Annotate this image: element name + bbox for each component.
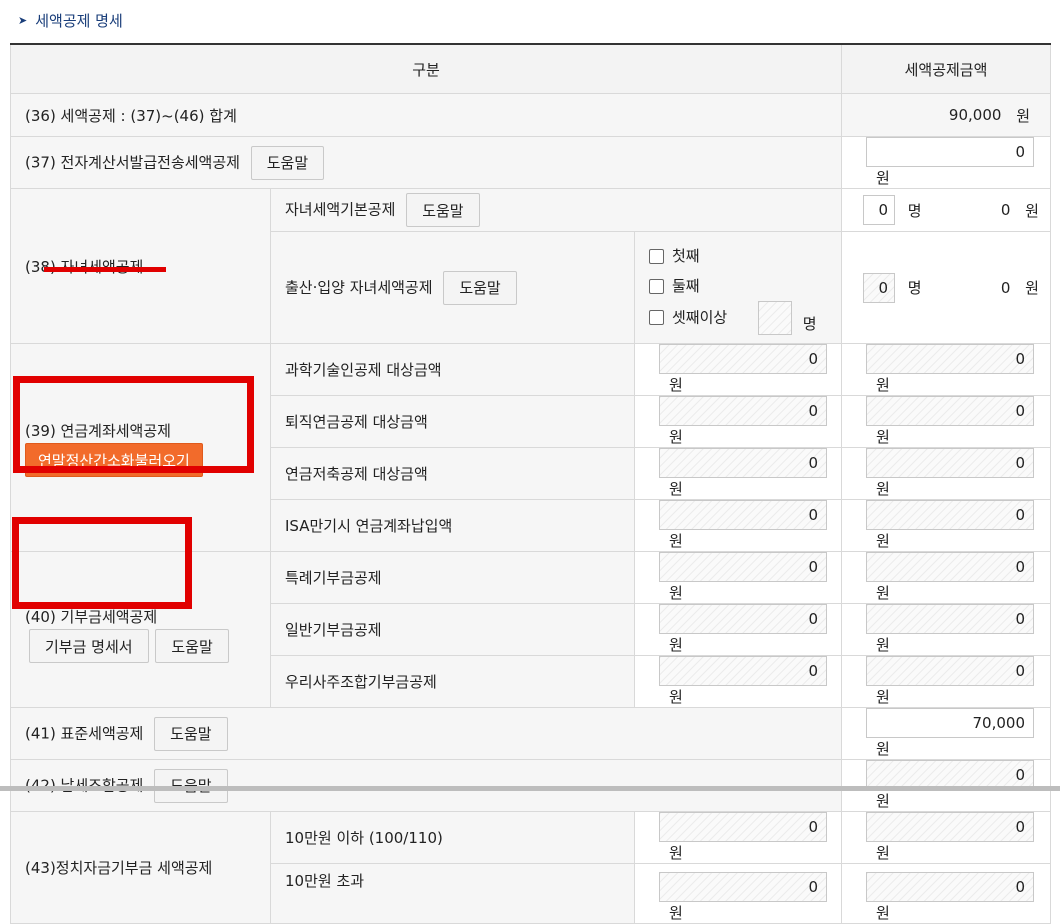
third-count-input[interactable] [757, 300, 792, 335]
row-43-target: 0 [659, 872, 827, 902]
row-39-amount: 0 [866, 396, 1035, 426]
row-36: (36) 세액공제 : (37)~(46) 합계 90,000 원 [9, 93, 1052, 137]
row-37-amount-input[interactable]: 0 [866, 137, 1035, 167]
row-41: (41) 표준세액공제 도움말 70,000 원 [9, 707, 1052, 760]
row-41-amount-input[interactable]: 70,000 [866, 708, 1035, 738]
row-39-item-1: (39) 연금계좌세액공제 연말정산간소화불러오기 과학기술인공제 대상금액 0… [10, 343, 1052, 552]
red-underline-annotation [44, 267, 166, 272]
row-39-item-label: ISA만기시 연금계좌납입액 [270, 499, 635, 552]
row-40-target: 0 [659, 552, 827, 582]
row-39-label: (39) 연금계좌세액공제 [25, 422, 171, 440]
unit-people: 명 [802, 314, 817, 333]
row-43-item-1: (43)정치자금기부금 세액공제 10만원 이하 (100/110) 0원 0원 [10, 811, 1052, 924]
header-category: 구분 [9, 43, 843, 94]
row-39-item-label: 퇴직연금공제 대상금액 [270, 395, 635, 448]
row-40-item-1: (40) 기부금세액공제 기부금 명세서 도움말 특례기부금공제 0원 0원 [10, 551, 1052, 708]
chevron-right-icon: ➤ [18, 13, 28, 27]
row-40-item-label: 우리사주조합기부금공제 [270, 655, 635, 708]
row-37-label: (37) 전자계산서발급전송세액공제 [25, 153, 240, 171]
row-40-amount: 0 [866, 604, 1035, 634]
unit-won: 원 [1016, 106, 1031, 125]
row-40-amount: 0 [866, 656, 1035, 686]
row-40-amount: 0 [866, 552, 1035, 582]
row-43-label: (43)정치자금기부금 세액공제 [10, 811, 271, 924]
row-39-target: 0 [659, 448, 827, 478]
row-41-label: (41) 표준세액공제 [25, 724, 144, 742]
import-yearend-button[interactable]: 연말정산간소화불러오기 [25, 443, 203, 477]
row-39-target: 0 [659, 500, 827, 530]
tax-credit-table: 구분 세액공제금액 (36) 세액공제 : (37)~(46) 합계 90,00… [9, 43, 1052, 924]
row-40-item-label: 일반기부금공제 [270, 603, 635, 656]
row-41-help-button[interactable]: 도움말 [154, 716, 228, 751]
row-39-target: 0 [659, 396, 827, 426]
row-37: (37) 전자계산서발급전송세액공제 도움말 0 원 [9, 136, 1052, 189]
section-title-text: 세액공제 명세 [35, 11, 123, 30]
unit-won: 원 [1025, 279, 1039, 297]
row-39-item-label: 연금저축공제 대상금액 [270, 447, 635, 500]
unit-won: 원 [1025, 201, 1039, 220]
header-credit-amount: 세액공제금액 [841, 43, 1052, 94]
row-43-item-label: 10만원 초과 [270, 863, 635, 924]
row-38-birth-amount: 0 [1000, 278, 1011, 297]
birth-option-second[interactable]: 둘째 [649, 271, 841, 301]
row-39-item-label: 과학기술인공제 대상금액 [270, 343, 635, 396]
row-39-target: 0 [659, 344, 827, 374]
row-39-amount: 0 [866, 500, 1035, 530]
checkbox-third-or-more[interactable] [649, 310, 664, 325]
row-36-label: (36) 세액공제 : (37)~(46) 합계 [9, 93, 843, 137]
row-42-label: (42) 납세조합공제 [25, 776, 144, 794]
row-38-label: (38) 자녀세액공제 [10, 188, 271, 344]
birth-option-third[interactable]: 셋째이상 명 [649, 300, 841, 335]
section-title: ➤ 세액공제 명세 [18, 8, 123, 32]
unit-people: 명 [907, 279, 922, 297]
row-43-target: 0 [659, 812, 827, 842]
unit-people: 명 [907, 201, 922, 220]
unit-won: 원 [876, 169, 890, 187]
row-38-birth-count: 0 [863, 272, 896, 303]
row-40-target: 0 [659, 656, 827, 686]
birth-option-first[interactable]: 첫째 [649, 241, 841, 271]
donation-detail-button[interactable]: 기부금 명세서 [29, 629, 149, 663]
row-40-item-label: 특례기부금공제 [270, 551, 635, 604]
row-39-amount: 0 [866, 344, 1035, 374]
row-43-amount: 0 [866, 812, 1035, 842]
row-40-help-button[interactable]: 도움말 [155, 629, 229, 663]
row-37-help-button[interactable]: 도움말 [250, 145, 325, 180]
row-40-label: (40) 기부금세액공제 [25, 608, 158, 626]
row-38-basic-help-button[interactable]: 도움말 [406, 193, 480, 227]
row-40-target: 0 [659, 604, 827, 634]
row-38-birth-label: 출산·입양 자녀세액공제 [285, 278, 433, 296]
row-43-item-label: 10만원 이하 (100/110) [270, 811, 635, 864]
row-38-basic-amount: 0 [1000, 201, 1011, 219]
row-43-amount: 0 [866, 872, 1035, 902]
row-38-basic: (38) 자녀세액공제 자녀세액기본공제 도움말 0 명 0 원 [10, 188, 1052, 344]
row-36-amount: 90,000 [948, 105, 1002, 124]
row-38-birth-help-button[interactable]: 도움말 [443, 270, 517, 305]
row-38-basic-label: 자녀세액기본공제 [285, 200, 396, 219]
checkbox-first[interactable] [649, 248, 664, 264]
horizontal-scrollbar[interactable] [0, 786, 1060, 791]
row-39-amount: 0 [866, 448, 1035, 478]
checkbox-second[interactable] [649, 278, 664, 294]
row-38-basic-count-input[interactable]: 0 [863, 195, 896, 225]
